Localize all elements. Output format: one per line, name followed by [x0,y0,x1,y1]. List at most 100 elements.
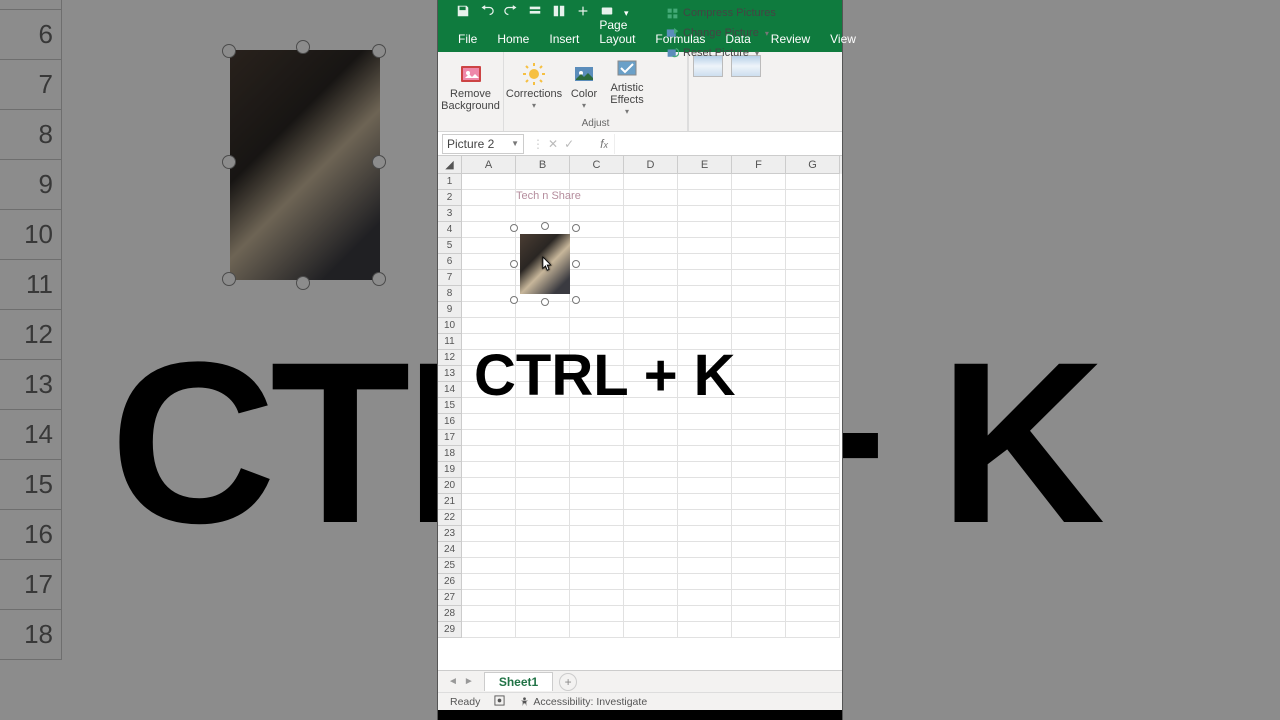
cell[interactable] [678,590,732,606]
cell[interactable] [570,590,624,606]
cell[interactable] [570,174,624,190]
cell[interactable] [462,190,516,206]
column-header[interactable]: C [570,156,624,174]
cell[interactable] [624,318,678,334]
cell[interactable] [678,270,732,286]
selected-picture[interactable] [514,228,576,300]
cell[interactable] [462,558,516,574]
cell[interactable] [732,430,786,446]
cell[interactable] [624,494,678,510]
select-all-corner[interactable]: ◢ [438,156,462,174]
row-header[interactable]: 8 [438,286,462,302]
cell[interactable] [570,446,624,462]
cell[interactable] [462,318,516,334]
cell[interactable] [570,462,624,478]
row-header[interactable]: 1 [438,174,462,190]
cell[interactable] [678,286,732,302]
cell[interactable] [732,494,786,510]
cell[interactable] [516,590,570,606]
row-header[interactable]: 11 [438,334,462,350]
cell[interactable] [570,526,624,542]
cell[interactable] [570,510,624,526]
cell[interactable] [570,414,624,430]
cell[interactable] [624,446,678,462]
cell[interactable] [462,590,516,606]
cell[interactable] [624,590,678,606]
name-box[interactable]: Picture 2 ▼ [442,134,524,154]
row-header[interactable]: 20 [438,478,462,494]
cell[interactable] [732,286,786,302]
cell[interactable] [732,398,786,414]
corrections-button[interactable]: Corrections ▾ [504,52,564,118]
cell[interactable] [786,206,840,222]
cell[interactable] [786,446,840,462]
cell[interactable] [570,190,624,206]
cell[interactable] [462,302,516,318]
ribbon-tab-insert[interactable]: Insert [539,27,589,52]
cell[interactable] [732,590,786,606]
color-button[interactable]: Color ▾ [564,52,604,118]
row-header[interactable]: 27 [438,590,462,606]
cell[interactable] [732,350,786,366]
row-header[interactable]: 23 [438,526,462,542]
undo-icon[interactable] [480,4,494,23]
cell[interactable] [732,446,786,462]
cell[interactable] [462,286,516,302]
cell[interactable] [678,606,732,622]
cell[interactable] [786,430,840,446]
cell[interactable] [570,478,624,494]
cell[interactable] [786,606,840,622]
cell[interactable] [624,558,678,574]
cell[interactable] [624,174,678,190]
qat-icon[interactable] [552,4,566,23]
cell[interactable] [786,382,840,398]
cell[interactable] [732,302,786,318]
cell[interactable] [570,494,624,510]
cell[interactable] [462,606,516,622]
cell[interactable] [462,622,516,638]
compress-pictures-button[interactable]: Compress Pictures [662,3,834,23]
sheet-nav-next-icon[interactable]: ► [464,676,474,687]
cell[interactable] [570,270,624,286]
cell[interactable] [786,174,840,190]
cell[interactable] [732,238,786,254]
row-header[interactable]: 18 [438,446,462,462]
row-header[interactable]: 9 [438,302,462,318]
cell[interactable] [462,462,516,478]
column-header[interactable]: G [786,156,840,174]
cell[interactable] [678,302,732,318]
cell[interactable] [516,190,570,206]
row-header[interactable]: 21 [438,494,462,510]
fx-icon[interactable]: fx [600,137,608,151]
cell[interactable] [624,270,678,286]
cell[interactable] [516,446,570,462]
column-header[interactable]: E [678,156,732,174]
cell[interactable] [678,222,732,238]
cell[interactable] [570,558,624,574]
cell[interactable] [678,542,732,558]
cell[interactable] [732,574,786,590]
cell[interactable] [732,318,786,334]
row-header[interactable]: 6 [438,254,462,270]
column-header[interactable]: F [732,156,786,174]
qat-icon[interactable] [576,4,590,23]
cell[interactable] [462,494,516,510]
cell[interactable] [786,462,840,478]
cell[interactable] [462,414,516,430]
cell[interactable] [624,462,678,478]
row-header[interactable]: 19 [438,462,462,478]
row-header[interactable]: 17 [438,430,462,446]
cell[interactable] [786,542,840,558]
cell[interactable] [624,190,678,206]
cell[interactable] [462,574,516,590]
cell[interactable] [786,366,840,382]
cell[interactable] [624,254,678,270]
cell[interactable] [462,222,516,238]
row-header[interactable]: 10 [438,318,462,334]
cell[interactable] [732,366,786,382]
cell[interactable] [462,238,516,254]
row-header[interactable]: 26 [438,574,462,590]
cell[interactable] [516,430,570,446]
row-header[interactable]: 13 [438,366,462,382]
add-sheet-button[interactable]: + [559,673,577,691]
